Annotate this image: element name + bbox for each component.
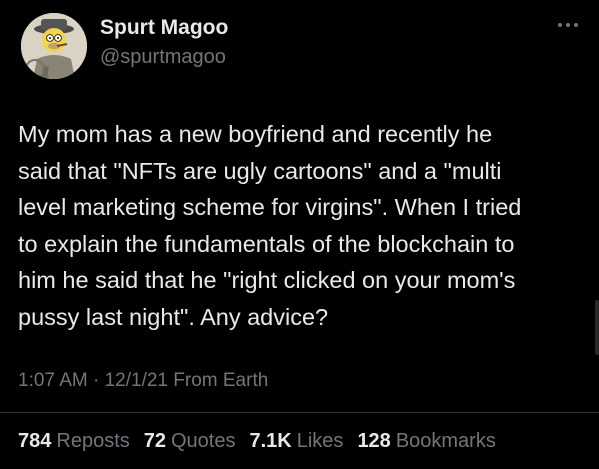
- tweet-text: My mom has a new boyfriend and recently …: [18, 121, 522, 330]
- likes-label: Likes: [296, 430, 344, 452]
- author-handle[interactable]: @spurtmagoo: [100, 46, 226, 69]
- likes-stat[interactable]: 7.1K Likes: [249, 430, 343, 453]
- quotes-label: Quotes: [171, 430, 236, 452]
- reposts-count: 784: [18, 430, 52, 452]
- tweet-timestamp[interactable]: 1:07 AM · 12/1/21 From Earth: [18, 370, 268, 392]
- cartoon-avatar-icon: [21, 13, 87, 79]
- bookmarks-label: Bookmarks: [395, 430, 496, 452]
- engagement-stats: 784 Reposts 72 Quotes 7.1K Likes 128 Boo…: [18, 430, 496, 453]
- reposts-stat[interactable]: 784 Reposts: [18, 430, 130, 453]
- author-display-name[interactable]: Spurt Magoo: [100, 16, 228, 40]
- quotes-stat[interactable]: 72 Quotes: [144, 430, 236, 453]
- divider: [0, 412, 599, 413]
- bookmarks-count: 128: [357, 430, 391, 452]
- avatar[interactable]: [21, 13, 87, 79]
- reposts-label: Reposts: [56, 430, 130, 452]
- more-options-icon[interactable]: [556, 18, 580, 32]
- likes-count: 7.1K: [249, 430, 292, 452]
- bookmarks-stat[interactable]: 128 Bookmarks: [357, 430, 495, 453]
- scrollbar[interactable]: [595, 300, 599, 355]
- tweet-card: Spurt Magoo @spurtmagoo My mom has a new…: [0, 0, 599, 469]
- quotes-count: 72: [143, 430, 166, 452]
